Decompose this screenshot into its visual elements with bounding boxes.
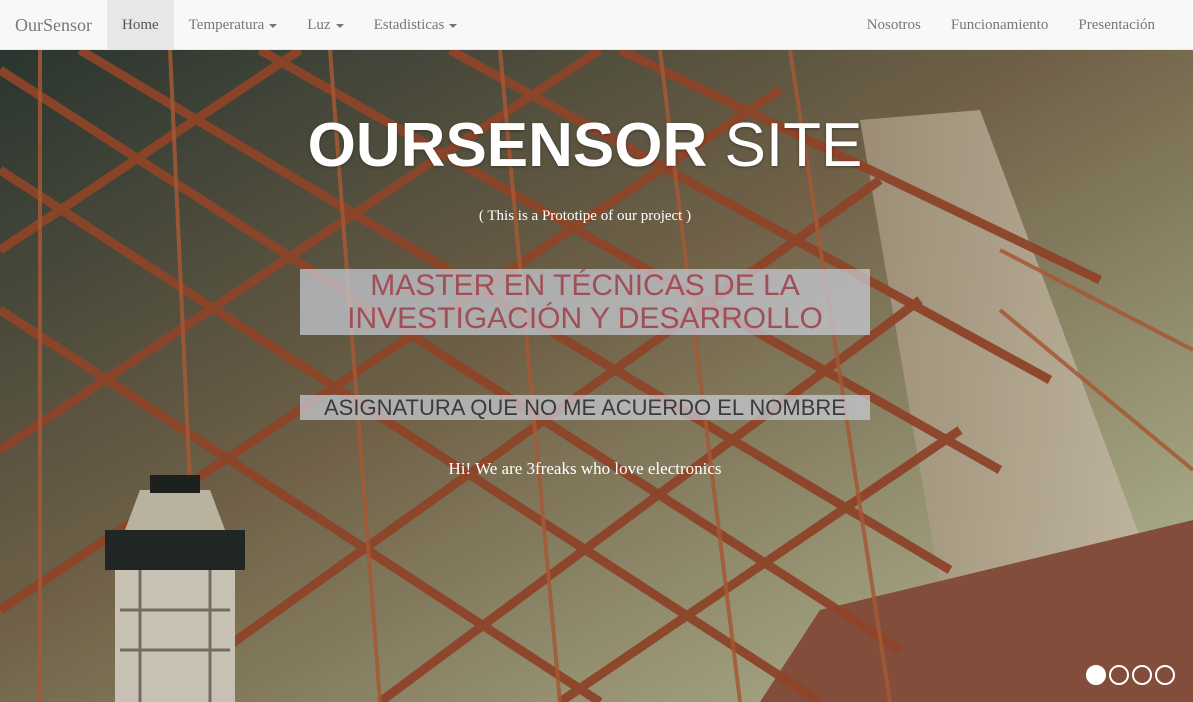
hero-title-light: SITE: [724, 111, 863, 180]
hero-tagline: Hi! We are 3freaks who love electronics: [448, 459, 722, 478]
hero-title: OURSENSOR SITE: [0, 110, 1170, 181]
nav-label: Nosotros: [866, 17, 921, 33]
nav-label: Presentación: [1078, 17, 1155, 33]
nav-right: Nosotros Funcionamiento Presentación: [852, 0, 1170, 50]
caret-down-icon: [449, 23, 458, 28]
asignatura-banner: ASIGNATURA QUE NO ME ACUERDO EL NOMBRE: [300, 395, 870, 420]
nav-item-estadisticas[interactable]: Estadisticas: [359, 0, 473, 50]
hero-subtitle: ( This is a Prototipe of our project ): [478, 208, 692, 224]
hero-carousel: OURSENSOR SITE ( This is a Prototipe of …: [0, 50, 1193, 702]
nav-label: Temperatura: [188, 17, 265, 33]
nav-label: Funcionamiento: [950, 17, 1049, 33]
hero-title-bold: OURSENSOR: [307, 111, 708, 180]
master-line-1: MASTER EN TÉCNICAS DE LA: [370, 269, 800, 302]
nav-label: Estadisticas: [373, 17, 445, 33]
carousel-indicator-1[interactable]: [1086, 665, 1106, 685]
nav-item-presentacion[interactable]: Presentación: [1063, 0, 1170, 50]
carousel-indicator-2[interactable]: [1109, 665, 1129, 685]
caret-down-icon: [335, 23, 344, 28]
caret-down-icon: [269, 23, 278, 28]
carousel-indicator-4[interactable]: [1155, 665, 1175, 685]
nav-label: Home: [122, 17, 159, 33]
nav-item-temperatura[interactable]: Temperatura: [174, 0, 293, 50]
master-line-2: INVESTIGACIÓN Y DESARROLLO: [347, 302, 823, 335]
nav-item-luz[interactable]: Luz: [292, 0, 358, 50]
nav-item-funcionamiento[interactable]: Funcionamiento: [936, 0, 1064, 50]
carousel-indicator-3[interactable]: [1132, 665, 1152, 685]
nav-item-home[interactable]: Home: [107, 0, 174, 50]
navbar: OurSensor Home Temperatura Luz Estadisti…: [0, 0, 1193, 50]
nav-left: Home Temperatura Luz Estadisticas: [107, 0, 472, 50]
nav-label: Luz: [307, 17, 331, 33]
brand-link[interactable]: OurSensor: [15, 0, 92, 50]
master-banner: MASTER EN TÉCNICAS DE LA INVESTIGACIÓN Y…: [300, 269, 870, 335]
nav-item-nosotros[interactable]: Nosotros: [852, 0, 936, 50]
carousel-indicators: [1086, 665, 1175, 685]
